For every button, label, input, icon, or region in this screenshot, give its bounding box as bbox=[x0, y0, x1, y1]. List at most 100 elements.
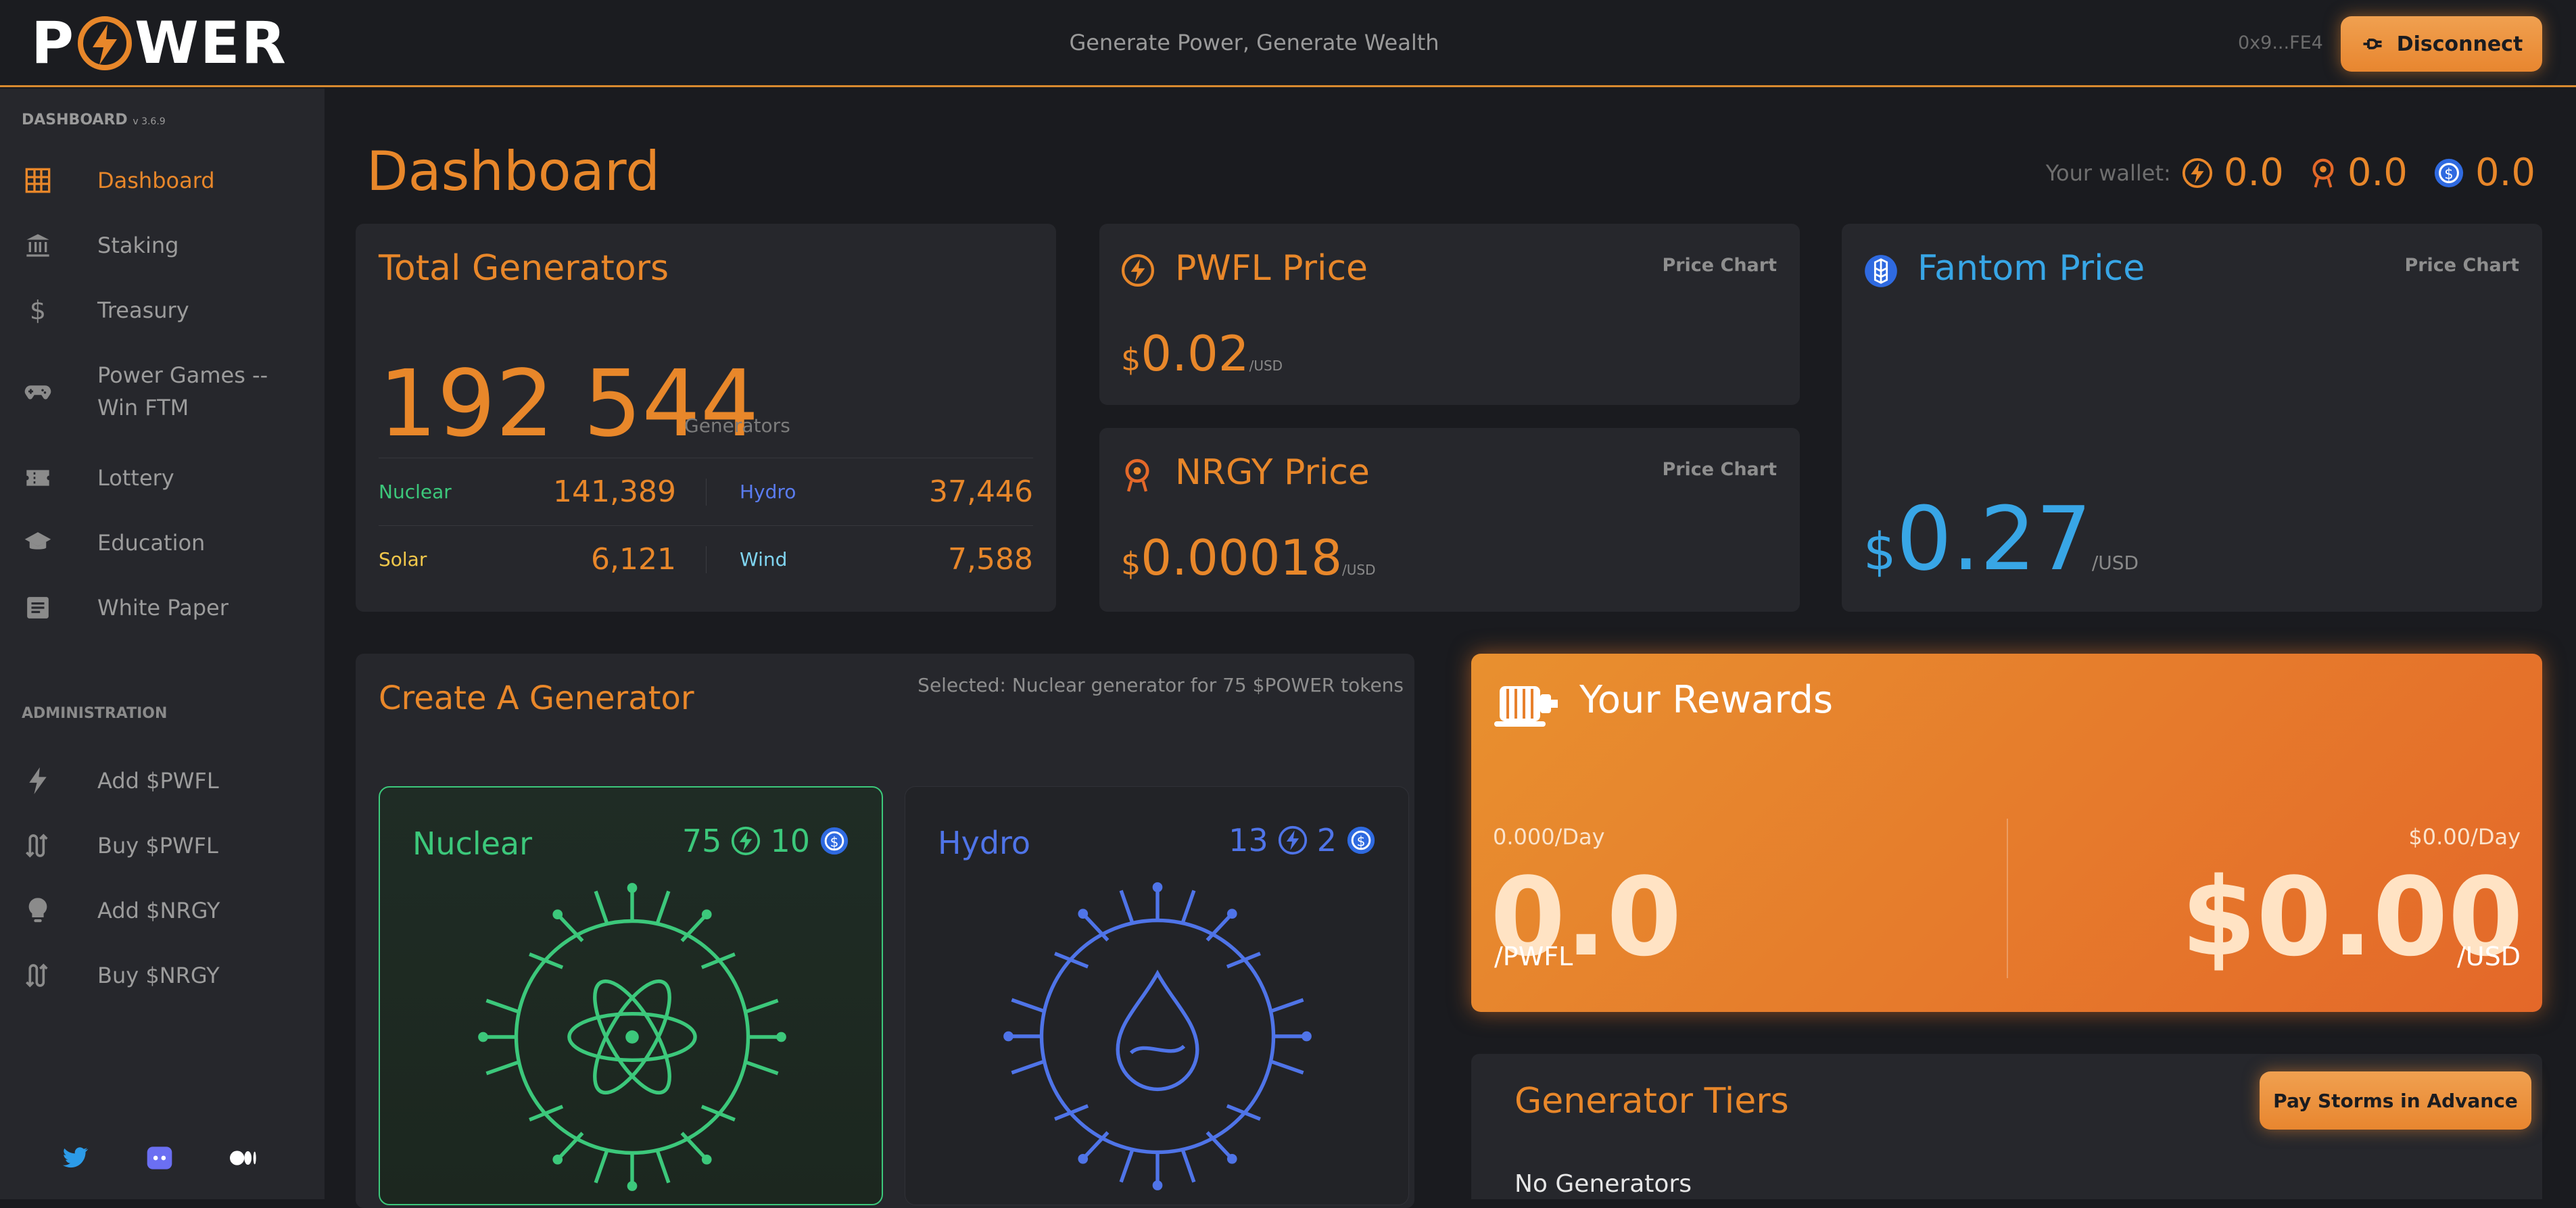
sidebar-item-label: Buy $PWFL bbox=[97, 833, 218, 859]
currency-symbol: $ bbox=[1121, 341, 1141, 378]
create-generator-title: Create A Generator bbox=[379, 679, 694, 717]
price-amount: 0.02 bbox=[1141, 325, 1249, 382]
grid-icon bbox=[23, 166, 53, 195]
wind-count: 7,588 bbox=[948, 542, 1033, 577]
pwfl-token-icon bbox=[1122, 254, 1154, 287]
swap-icon bbox=[23, 961, 53, 990]
power-token-icon bbox=[732, 826, 761, 856]
no-generators-text: No Generators bbox=[1514, 1170, 1692, 1198]
hydro-count-cell: Hydro 37,446 bbox=[740, 458, 1033, 526]
sidebar-item-lottery[interactable]: Lottery bbox=[0, 462, 325, 494]
generator-name: Hydro bbox=[938, 825, 1031, 861]
nrgy-price-chart-link[interactable]: Price Chart bbox=[1662, 459, 1777, 480]
bulb-icon bbox=[23, 896, 53, 925]
document-icon bbox=[23, 593, 53, 623]
rewards-pwfl-unit: /PWFL bbox=[1494, 942, 1573, 971]
fantom-price-chart-link[interactable]: Price Chart bbox=[2404, 255, 2519, 276]
generator-option-hydro[interactable]: Hydro 13 2 $ bbox=[905, 786, 1409, 1205]
generator-tiers-title: Generator Tiers bbox=[1514, 1081, 1789, 1121]
nuclear-generator-icon bbox=[478, 883, 786, 1191]
create-generator-card: Create A Generator Selected: Nuclear gen… bbox=[356, 654, 1414, 1208]
wallet-balances: Your wallet: 0.0 0.0 $ 0.0 bbox=[2046, 151, 2535, 195]
sidebar-item-buy-pwfl[interactable]: Buy $PWFL bbox=[0, 829, 325, 862]
bolt-icon bbox=[23, 766, 53, 796]
generators-unit-label: Generators bbox=[684, 414, 790, 437]
fantom-price-card: Fantom Price Price Chart $0.27/USD bbox=[1842, 224, 2542, 612]
wind-label: Wind bbox=[740, 548, 788, 571]
sidebar-item-label: Add $PWFL bbox=[97, 768, 219, 794]
power-logo[interactable]: P WER bbox=[31, 9, 287, 77]
pwfl-price-title: PWFL Price bbox=[1175, 248, 1368, 289]
dollar-icon: $ bbox=[29, 295, 47, 325]
swap-icon bbox=[23, 831, 53, 861]
sidebar-item-buy-nrgy[interactable]: Buy $NRGY bbox=[0, 959, 325, 992]
fantom-price-value: $0.27/USD bbox=[1863, 487, 2139, 590]
wallet-nrgy-balance: 0.0 bbox=[2347, 151, 2408, 195]
pwfl-price-value: $0.02/USD bbox=[1121, 325, 1283, 382]
rewards-usd-rate: $0.00/Day bbox=[2408, 824, 2521, 850]
pwfl-token-icon bbox=[2182, 158, 2212, 188]
currency-symbol: $ bbox=[1863, 521, 1897, 581]
wallet-label: Your wallet: bbox=[2045, 160, 2171, 186]
ftm-token-icon: $ bbox=[1347, 826, 1375, 854]
nuclear-count: 141,389 bbox=[553, 475, 676, 509]
sidebar-section-label: DASHBOARD v 3.6.9 bbox=[22, 112, 166, 128]
generator-option-nuclear[interactable]: Nuclear 75 10 $ bbox=[379, 786, 883, 1205]
dashboard-section-label: DASHBOARD bbox=[22, 112, 128, 128]
sidebar-item-education[interactable]: Education bbox=[0, 527, 325, 559]
sidebar-item-add-pwfl[interactable]: Add $PWFL bbox=[0, 765, 325, 797]
total-generators-card: Total Generators 192 544 Generators Nucl… bbox=[356, 224, 1056, 612]
currency-symbol: $ bbox=[1121, 546, 1141, 582]
ticket-icon bbox=[23, 463, 53, 493]
solar-label: Solar bbox=[379, 548, 427, 571]
sidebar-item-white-paper[interactable]: White Paper bbox=[0, 591, 325, 624]
generator-motor-icon bbox=[1494, 686, 1558, 727]
generator-cost: 13 2 $ bbox=[1229, 822, 1376, 859]
ftm-token-icon: $ bbox=[2434, 158, 2464, 187]
disconnect-button[interactable]: Disconnect bbox=[2341, 16, 2542, 72]
discord-icon[interactable] bbox=[145, 1143, 174, 1173]
ftm-cost: 2 bbox=[1316, 822, 1337, 859]
pwfl-price-chart-link[interactable]: Price Chart bbox=[1662, 255, 1777, 276]
hydro-count: 37,446 bbox=[929, 475, 1033, 509]
hydro-generator-icon bbox=[1003, 882, 1312, 1190]
divider bbox=[706, 546, 707, 573]
bank-icon bbox=[23, 231, 53, 260]
total-generators-count: 192 544 bbox=[379, 351, 759, 458]
nrgy-token-icon bbox=[1125, 458, 1149, 492]
sidebar-item-add-nrgy[interactable]: Add $NRGY bbox=[0, 894, 325, 927]
sidebar-item-dashboard[interactable]: Dashboard bbox=[0, 164, 325, 197]
pay-storms-button[interactable]: Pay Storms in Advance bbox=[2260, 1071, 2531, 1130]
your-rewards-card: Your Rewards 0.000/Day 0.0 /PWFL $0.00/D… bbox=[1471, 654, 2542, 1012]
sidebar-item-label: Lottery bbox=[97, 465, 174, 491]
generators-row-2: Solar 6,121 Wind 7,588 bbox=[379, 525, 1033, 593]
sidebar-item-treasury[interactable]: $ Treasury bbox=[0, 294, 325, 327]
fantom-price-title: Fantom Price bbox=[1917, 248, 2145, 289]
generator-cost: 75 10 $ bbox=[682, 823, 849, 859]
sidebar-item-label: Add $NRGY bbox=[97, 898, 220, 923]
generator-name: Nuclear bbox=[412, 825, 533, 862]
top-bar: P WER Generate Power, Generate Wealth 0x… bbox=[0, 0, 2576, 87]
svg-text:$: $ bbox=[830, 833, 839, 850]
sidebar-item-power-games[interactable]: Power Games -- Win FTM bbox=[0, 359, 325, 424]
rewards-pwfl-rate: 0.000/Day bbox=[1493, 824, 1605, 850]
sidebar-item-staking[interactable]: Staking bbox=[0, 229, 325, 262]
total-generators-title: Total Generators bbox=[379, 248, 669, 289]
generator-tiers-card: Generator Tiers Pay Storms in Advance No… bbox=[1471, 1054, 2542, 1199]
nuclear-count-cell: Nuclear 141,389 bbox=[379, 458, 676, 526]
wallet-pwfl-balance: 0.0 bbox=[2223, 151, 2284, 195]
graduation-cap-icon bbox=[23, 528, 53, 558]
twitter-icon[interactable] bbox=[61, 1143, 91, 1173]
power-token-icon bbox=[1278, 825, 1307, 855]
price-unit: /USD bbox=[1249, 358, 1283, 374]
price-unit: /USD bbox=[1342, 562, 1376, 578]
medium-icon[interactable] bbox=[229, 1143, 258, 1173]
nrgy-price-card: NRGY Price Price Chart $0.00018/USD bbox=[1099, 428, 1800, 612]
divider bbox=[706, 479, 707, 506]
nrgy-token-icon bbox=[2312, 158, 2334, 188]
rewards-usd-unit: /USD bbox=[2457, 942, 2521, 971]
wind-count-cell: Wind 7,588 bbox=[740, 526, 1033, 594]
sidebar-item-label: Education bbox=[97, 530, 206, 556]
sidebar-item-label: White Paper bbox=[97, 595, 229, 621]
your-rewards-title: Your Rewards bbox=[1579, 678, 1834, 722]
